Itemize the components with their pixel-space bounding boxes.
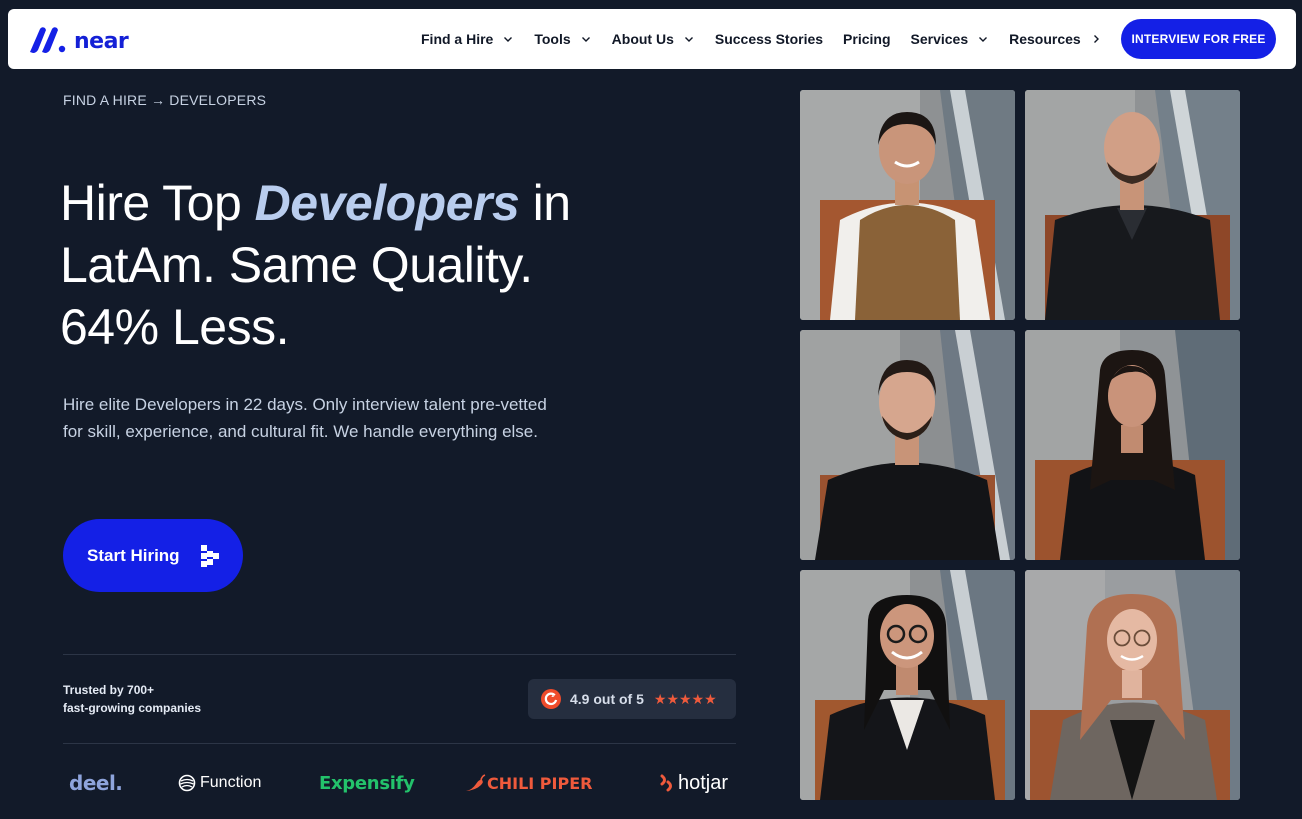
headline-emphasis: Developers xyxy=(254,175,520,231)
nav-item-services[interactable]: Services xyxy=(911,31,990,47)
g2-icon: 2 xyxy=(541,689,561,709)
headline-line1-post: in xyxy=(519,175,571,231)
divider xyxy=(63,654,736,655)
team-photo-woman-glasses-grey-blazer xyxy=(1025,570,1240,800)
function-logo: Function xyxy=(178,765,261,801)
start-hiring-label: Start Hiring xyxy=(87,545,180,565)
expensify-logo: Expensify xyxy=(319,765,415,801)
company-name: CHILI PIPER xyxy=(487,773,593,793)
company-name: Expensify xyxy=(319,772,415,794)
divider xyxy=(63,743,736,744)
chevron-down-icon xyxy=(581,37,590,42)
near-logo[interactable]: near xyxy=(28,25,129,54)
near-logo-icon xyxy=(30,26,66,53)
team-photo-woman-brown-vest xyxy=(800,90,1015,320)
rating-value: 4.9 out of 5 xyxy=(570,691,644,707)
nav-item-label: Tools xyxy=(534,31,571,47)
team-photo-woman-glasses-leather-jacket xyxy=(800,570,1015,800)
breadcrumb: FIND A HIRE → DEVELOPERS xyxy=(63,92,267,108)
svg-text:2: 2 xyxy=(552,693,555,699)
company-name: Function xyxy=(200,774,262,791)
team-photo-bald-man-black-suit xyxy=(1025,90,1240,320)
nav-item-label: Pricing xyxy=(843,31,891,47)
hotjar-logo: hotjar xyxy=(659,765,728,801)
nav-item-label: Find a Hire xyxy=(421,31,494,47)
headline-line2: LatAm. Same Quality. xyxy=(60,237,533,293)
chevron-down-icon xyxy=(504,37,513,42)
nav-item-label: About Us xyxy=(611,31,674,47)
function-icon xyxy=(178,774,196,792)
g2-rating-badge[interactable]: 2 4.9 out of 5 ★★★★★ xyxy=(528,679,736,719)
hotjar-icon xyxy=(660,774,672,792)
nav-item-success-stories[interactable]: Success Stories xyxy=(715,31,823,47)
nav-item-label: Resources xyxy=(1009,31,1081,47)
chili-piper-logo: CHILI PIPER xyxy=(464,765,592,801)
nav-item-label: Success Stories xyxy=(714,31,824,47)
team-photo-woman-black-top xyxy=(1025,330,1240,560)
interview-for-free-button[interactable]: INTERVIEW FOR FREE xyxy=(1121,19,1276,59)
chevron-right-icon xyxy=(1093,35,1099,43)
top-navigation-bar: near Find a Hire Tools About Us Success … xyxy=(8,9,1296,69)
start-hiring-button[interactable]: Start Hiring xyxy=(63,519,243,592)
company-logos: deel. Function Expensify CHILI PIPER hot… xyxy=(63,765,736,801)
trusted-line2: fast-growing companies xyxy=(63,701,202,715)
headline-line3: 64% Less. xyxy=(60,299,289,355)
trusted-line1: Trusted by 700+ xyxy=(63,683,155,697)
company-name: deel. xyxy=(69,771,123,795)
nav-item-about-us[interactable]: About Us xyxy=(612,31,695,47)
nav-item-label: Services xyxy=(910,31,969,47)
star-rating-icon: ★★★★★ xyxy=(653,690,717,707)
company-name: hotjar xyxy=(678,771,729,794)
page-title: Hire Top Developers in LatAm. Same Quali… xyxy=(60,172,660,358)
nav-item-find-a-hire[interactable]: Find a Hire xyxy=(421,31,514,47)
trusted-by-text: Trusted by 700+ fast-growing companies xyxy=(63,681,201,717)
chevron-down-icon xyxy=(979,37,988,42)
hero-subtext: Hire elite Developers in 22 days. Only i… xyxy=(63,395,547,441)
nav-item-tools[interactable]: Tools xyxy=(534,31,591,47)
chili-pepper-icon xyxy=(466,774,486,791)
headline-pre: Hire Top xyxy=(60,175,255,231)
nav-item-pricing[interactable]: Pricing xyxy=(843,31,890,47)
team-photo-bearded-man-black-shirt xyxy=(800,330,1015,560)
chevron-down-icon xyxy=(684,37,693,42)
pixel-arrow-icon xyxy=(201,545,219,567)
nav-item-resources[interactable]: Resources xyxy=(1009,31,1102,47)
brand-name: near xyxy=(74,29,129,54)
deel-logo: deel. xyxy=(69,765,123,801)
nav-menu: Find a Hire Tools About Us Success Stori… xyxy=(421,9,1122,69)
